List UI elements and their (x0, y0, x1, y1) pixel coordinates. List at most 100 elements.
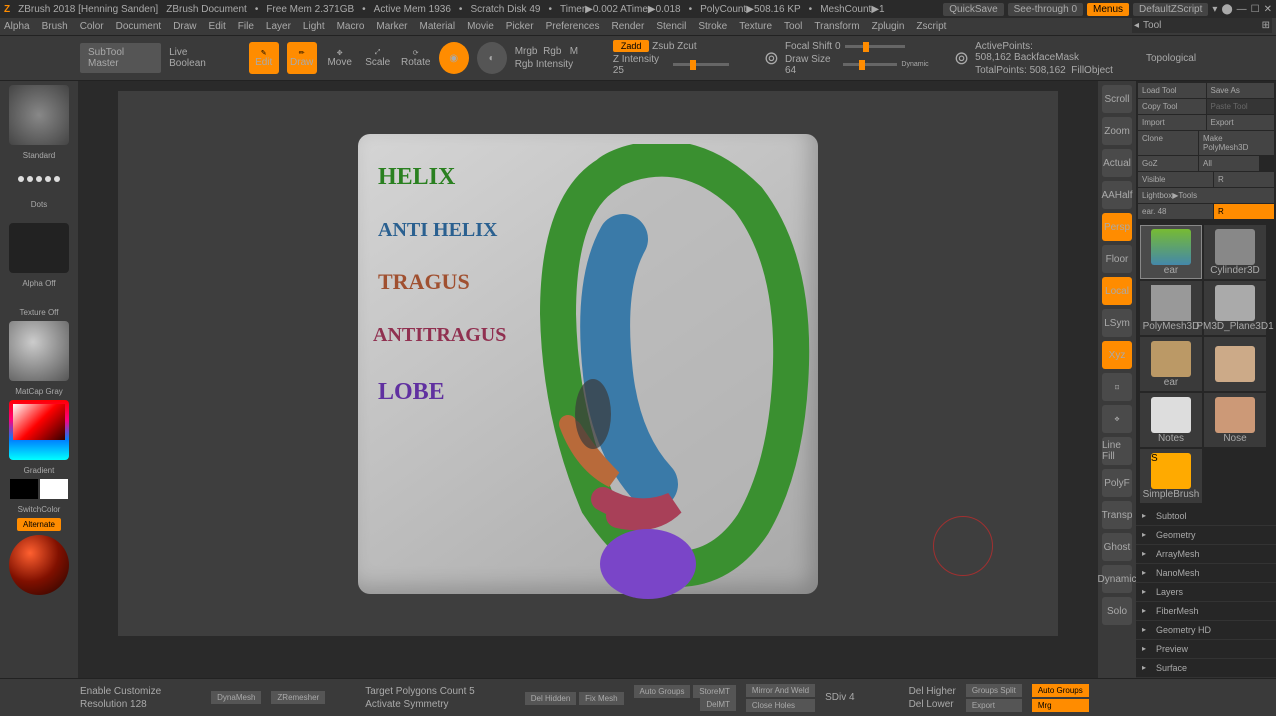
subtool-simplebrush[interactable]: SSimpleBrush (1140, 449, 1202, 503)
storemt-button[interactable]: StoreMT (693, 685, 736, 698)
topological-toggle[interactable]: Topological (1146, 53, 1196, 64)
menu-stroke[interactable]: Stroke (698, 21, 727, 32)
menu-draw[interactable]: Draw (173, 21, 196, 32)
ear-model[interactable]: HELIX ANTI HELIX TRAGUS ANTITRAGUS LOBE (358, 134, 818, 594)
focal-shift[interactable]: Focal Shift 0 (785, 41, 841, 52)
activate-symmetry[interactable]: Activate Symmetry (365, 699, 475, 710)
gradient-label[interactable]: Gradient (24, 466, 55, 475)
subtool-ear[interactable]: ear (1140, 225, 1202, 279)
acc-arraymesh[interactable]: ArrayMesh (1136, 545, 1276, 564)
brush-preview[interactable] (9, 85, 69, 145)
auto-groups-button[interactable]: Auto Groups (634, 685, 691, 698)
dynamic-toggle[interactable]: Dynamic (901, 61, 928, 68)
menu-file[interactable]: File (238, 21, 254, 32)
menu-brush[interactable]: Brush (42, 21, 68, 32)
acc-preview[interactable]: Preview (1136, 640, 1276, 659)
material-preview[interactable] (9, 535, 69, 595)
acc-fibermesh[interactable]: FiberMesh (1136, 602, 1276, 621)
focal-slider[interactable] (845, 45, 905, 48)
zsub-toggle[interactable]: Zsub (652, 41, 674, 52)
floor-button[interactable]: Floor (1102, 245, 1132, 273)
export-button[interactable]: Export (1207, 115, 1275, 130)
menu-color[interactable]: Color (80, 21, 104, 32)
polyf-button[interactable]: PolyF (1102, 469, 1132, 497)
menu-transform[interactable]: Transform (814, 21, 859, 32)
lightbox-tools-button[interactable]: Lightbox▶Tools (1138, 188, 1274, 203)
frame-button[interactable]: ⊡ (1102, 373, 1132, 401)
seethrough-slider[interactable]: See-through 0 (1008, 3, 1083, 16)
zremesher-button[interactable]: ZRemesher (271, 691, 325, 704)
load-tool-button[interactable]: Load Tool (1138, 83, 1206, 98)
collapse-icon[interactable]: ⊞ (1262, 20, 1270, 31)
mirror-weld-button[interactable]: Mirror And Weld (746, 684, 815, 697)
alpha-preview[interactable] (9, 223, 69, 273)
target-polygons[interactable]: Target Polygons Count 5 (365, 686, 475, 697)
menu-light[interactable]: Light (303, 21, 325, 32)
quicksave-button[interactable]: QuickSave (943, 3, 1003, 16)
auto-groups2-button[interactable]: Auto Groups (1032, 684, 1089, 697)
clone-button[interactable]: Clone (1138, 131, 1198, 155)
export2-button[interactable]: Export (966, 699, 1022, 712)
subtool-nose[interactable]: Nose (1204, 393, 1266, 447)
move-button[interactable]: ✥Move (325, 42, 355, 74)
groups-split-button[interactable]: Groups Split (966, 684, 1022, 697)
del-hidden-button[interactable]: Del Hidden (525, 692, 577, 705)
subtool-master-button[interactable]: SubTool Master (80, 43, 161, 73)
close-holes-button[interactable]: Close Holes (746, 699, 815, 712)
menu-tool[interactable]: Tool (784, 21, 802, 32)
stroke-preview[interactable] (9, 164, 69, 194)
menus-button[interactable]: Menus (1087, 3, 1129, 16)
document-canvas[interactable]: HELIX ANTI HELIX TRAGUS ANTITRAGUS LOBE (118, 91, 1058, 636)
subtool-notes[interactable]: Notes (1140, 393, 1202, 447)
dynamesh-button[interactable]: DynaMesh (211, 691, 261, 704)
acc-surface[interactable]: Surface (1136, 659, 1276, 678)
menu-stencil[interactable]: Stencil (656, 21, 686, 32)
draw-button[interactable]: ✏Draw (287, 42, 317, 74)
gizmo3d-button[interactable]: ◉ (439, 42, 469, 74)
subtool-cylinder[interactable]: Cylinder3D (1204, 225, 1266, 279)
mrg-button[interactable]: Mrg (1032, 699, 1089, 712)
acc-geometry[interactable]: Geometry (1136, 526, 1276, 545)
resolution[interactable]: Resolution 128 (80, 699, 161, 710)
enable-customize[interactable]: Enable Customize (80, 686, 161, 697)
canvas-area[interactable]: HELIX ANTI HELIX TRAGUS ANTITRAGUS LOBE (78, 81, 1098, 681)
xyz-button[interactable]: Xyz (1102, 341, 1132, 369)
tool-name[interactable]: ear. 48 (1138, 204, 1213, 219)
transp-button[interactable]: Transp (1102, 501, 1132, 529)
import-button[interactable]: Import (1138, 115, 1206, 130)
rgb-intensity[interactable]: Rgb Intensity (515, 59, 578, 70)
acc-subtool[interactable]: Subtool (1136, 507, 1276, 526)
mrgb-toggle[interactable]: Mrgb (515, 46, 538, 57)
move-icon-button[interactable]: ✥ (1102, 405, 1132, 433)
sdiv-slider[interactable]: SDiv 4 (825, 692, 854, 703)
zcut-toggle[interactable]: Zcut (677, 41, 696, 52)
sculptris-button[interactable]: ◐ (477, 42, 507, 74)
minimize-icon[interactable]: ▾ (1212, 4, 1217, 15)
min-button[interactable]: — (1237, 4, 1247, 15)
subtool-plane[interactable]: PM3D_Plane3D1 (1204, 281, 1266, 335)
acc-geometryhd[interactable]: Geometry HD (1136, 621, 1276, 640)
all-button[interactable]: All (1199, 156, 1259, 171)
menu-material[interactable]: Material (420, 21, 456, 32)
max-button[interactable]: ☐ (1251, 4, 1260, 15)
paste-tool-button[interactable]: Paste Tool (1207, 99, 1275, 114)
z-intensity[interactable]: Z Intensity 25 (613, 54, 669, 76)
r-button[interactable]: R (1214, 172, 1274, 187)
menu-zscript[interactable]: Zscript (916, 21, 946, 32)
local-button[interactable]: Local (1102, 277, 1132, 305)
menu-picker[interactable]: Picker (506, 21, 534, 32)
menu-layer[interactable]: Layer (266, 21, 291, 32)
goz-button[interactable]: GoZ (1138, 156, 1198, 171)
menu-alpha[interactable]: Alpha (4, 21, 30, 32)
alternate-button[interactable]: Alternate (17, 518, 61, 531)
backface-mask[interactable]: BackfaceMask (1014, 52, 1079, 63)
switchcolor-button[interactable]: SwitchColor (18, 505, 61, 514)
visible-button[interactable]: Visible (1138, 172, 1213, 187)
close-button[interactable]: ✕ (1264, 4, 1272, 15)
drawsize-slider[interactable] (843, 63, 897, 66)
pin-icon[interactable]: ◂ (1134, 20, 1139, 31)
aahalf-button[interactable]: AAHalf (1102, 181, 1132, 209)
swatch-black[interactable] (10, 479, 38, 499)
z-intensity-slider[interactable] (673, 63, 729, 66)
r2-button[interactable]: R (1214, 204, 1274, 219)
